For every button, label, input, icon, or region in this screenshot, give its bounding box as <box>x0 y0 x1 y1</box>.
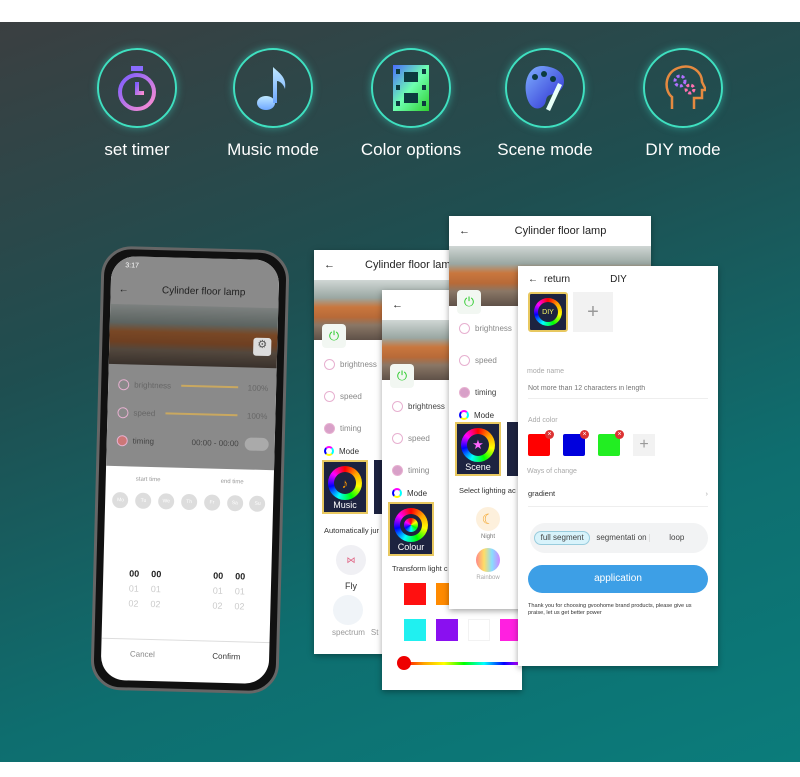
power-button[interactable]: ⏻ <box>390 364 414 388</box>
spectrum-effect[interactable]: spectrum <box>332 595 365 637</box>
color-slider[interactable] <box>397 656 522 670</box>
color-swatch[interactable] <box>436 619 458 641</box>
picker-value: 02 <box>128 598 139 609</box>
remove-color-icon[interactable]: × <box>545 430 554 439</box>
picker-value: 00 <box>129 568 140 579</box>
diy-mode-tile[interactable]: DIY <box>528 292 568 332</box>
power-button[interactable]: ⏻ <box>457 290 481 314</box>
picker-value: 01 <box>128 583 140 594</box>
mode-name-input[interactable] <box>528 383 708 399</box>
palette-icon <box>525 66 564 111</box>
cancel-button[interactable]: Cancel <box>130 649 155 659</box>
back-arrow-icon[interactable]: ← <box>119 284 129 295</box>
feature-set-timer: set timer <box>77 48 197 160</box>
picker-value: 00 <box>235 571 246 582</box>
add-color-button[interactable]: + <box>633 434 655 456</box>
segment-option[interactable]: full segment <box>534 530 591 546</box>
power-button[interactable]: ⏻ <box>322 324 346 348</box>
segment-selector: full segment segmentati on loop <box>530 523 708 553</box>
back-arrow-icon[interactable]: ← <box>528 274 538 285</box>
day-toggle[interactable]: Sa <box>226 494 243 512</box>
back-arrow-icon[interactable]: ← <box>324 259 335 271</box>
picker-value: 00 <box>213 570 224 581</box>
picker-value: 02 <box>212 600 223 611</box>
ways-of-change-select[interactable]: gradient › <box>528 489 708 507</box>
gear-icon[interactable]: ⚙ <box>253 337 272 357</box>
segment-option[interactable]: loop <box>648 533 704 543</box>
screen-title: Cylinder floor lamp <box>161 285 246 299</box>
stopwatch-icon <box>118 66 156 111</box>
application-button[interactable]: application <box>528 565 708 593</box>
confirm-button[interactable]: Confirm <box>212 652 240 662</box>
picker-value: 01 <box>150 584 162 595</box>
day-toggle[interactable]: Th <box>180 493 198 511</box>
remove-color-icon[interactable]: × <box>615 430 624 439</box>
picker-value: 01 <box>212 585 223 596</box>
picker-value: 02 <box>234 601 245 612</box>
feature-diy-mode: DIY mode <box>623 48 743 160</box>
timing-toggle[interactable] <box>244 436 269 451</box>
picker-value: 02 <box>150 599 161 610</box>
day-toggle[interactable]: Su <box>249 495 266 512</box>
feature-scene-mode: Scene mode <box>485 48 605 160</box>
remove-color-icon[interactable]: × <box>580 430 589 439</box>
back-arrow-icon[interactable]: ← <box>392 299 403 311</box>
added-color[interactable]: × <box>598 430 624 456</box>
fly-effect[interactable]: ⋈ Fly <box>336 545 366 591</box>
back-arrow-icon[interactable]: ← <box>459 225 470 237</box>
phone: 3:17 ← Cylinder floor lamp ⚙ brightness 1… <box>90 245 290 695</box>
head-gears-icon <box>665 65 706 109</box>
added-color[interactable]: × <box>563 430 589 456</box>
color-swatch[interactable] <box>404 619 426 641</box>
day-toggle[interactable]: Fr <box>203 494 221 511</box>
music-mode-tile[interactable]: ♪ Music <box>322 460 368 514</box>
slider-handle[interactable] <box>397 656 411 670</box>
added-color[interactable]: × <box>528 430 554 456</box>
picker-value: 00 <box>151 569 162 580</box>
return-button[interactable]: return <box>544 274 570 285</box>
scene-mode-tile[interactable]: ★ Scene <box>455 422 501 476</box>
day-toggle[interactable]: Tu <box>135 492 152 509</box>
diy-screen: ← return DIY DIY + mode name Add color ×… <box>518 266 718 666</box>
film-strip-icon <box>393 65 429 111</box>
time-picker[interactable]: 00 01 02 00 01 02 00 01 02 00 01 02 <box>102 568 271 617</box>
day-toggle[interactable]: Mo <box>112 491 129 509</box>
music-note-icon <box>257 67 286 110</box>
night-scene[interactable]: ☾ Night <box>467 507 509 540</box>
feature-color-options: Color options <box>351 48 471 160</box>
day-toggle[interactable]: We <box>158 493 175 510</box>
add-mode-button[interactable]: + <box>573 292 613 332</box>
chevron-right-icon: › <box>705 489 709 498</box>
colour-mode-tile[interactable]: Colour <box>388 502 434 556</box>
status-time: 3:17 <box>125 262 140 270</box>
color-swatch[interactable] <box>468 619 490 641</box>
feature-music-mode: Music mode <box>213 48 333 160</box>
segment-option[interactable]: segmentati on <box>594 533 648 543</box>
picker-value: 01 <box>234 586 245 597</box>
color-swatch[interactable] <box>404 583 426 605</box>
rainbow-scene[interactable]: Rainbow <box>467 548 509 581</box>
